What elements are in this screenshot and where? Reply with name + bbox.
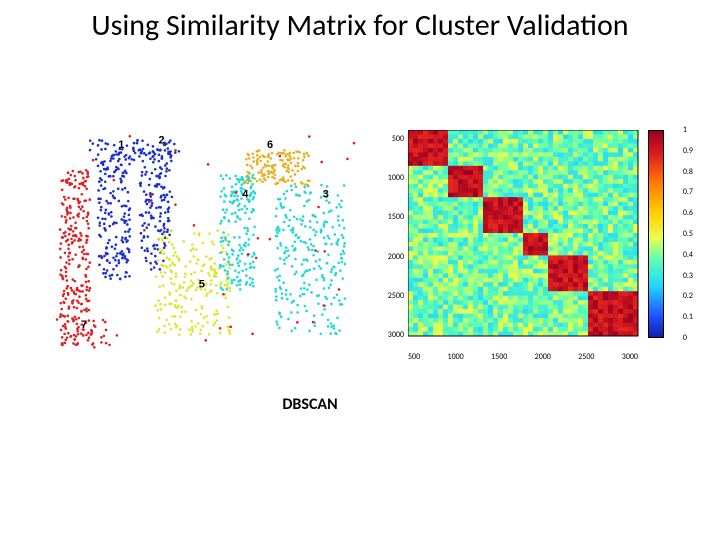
svg-text:3: 3 bbox=[323, 189, 329, 201]
colorbar: 10.90.80.70.60.50.40.30.20.10 bbox=[648, 130, 664, 338]
svg-text:5: 5 bbox=[199, 279, 205, 291]
similarity-heatmap: 50010001500200025003000 5001000150020002… bbox=[380, 130, 690, 360]
svg-text:1: 1 bbox=[118, 139, 124, 151]
scatter-svg: 1 2 3 4 5 6 7 bbox=[50, 130, 360, 355]
method-label: DBSCAN bbox=[0, 395, 620, 414]
svg-text:2: 2 bbox=[159, 135, 165, 147]
heatmap-y-ticks: 50010001500200025003000 bbox=[380, 134, 404, 340]
svg-text:7: 7 bbox=[81, 319, 87, 331]
page-title: Using Similarity Matrix for Cluster Vali… bbox=[0, 8, 720, 44]
heatmap-svg bbox=[408, 130, 640, 356]
svg-text:4: 4 bbox=[242, 189, 249, 201]
figures-row: 1 2 3 4 5 6 7 50010001500200025003000 50010001… bbox=[50, 130, 690, 360]
slide: Using Similarity Matrix for Cluster Vali… bbox=[0, 0, 720, 540]
colorbar-ticks: 10.90.80.70.60.50.40.30.20.10 bbox=[683, 125, 693, 343]
svg-text:6: 6 bbox=[267, 139, 273, 151]
scatter-plot: 1 2 3 4 5 6 7 bbox=[50, 130, 360, 355]
heatmap-x-ticks: 50010001500200025003000 bbox=[408, 352, 638, 362]
